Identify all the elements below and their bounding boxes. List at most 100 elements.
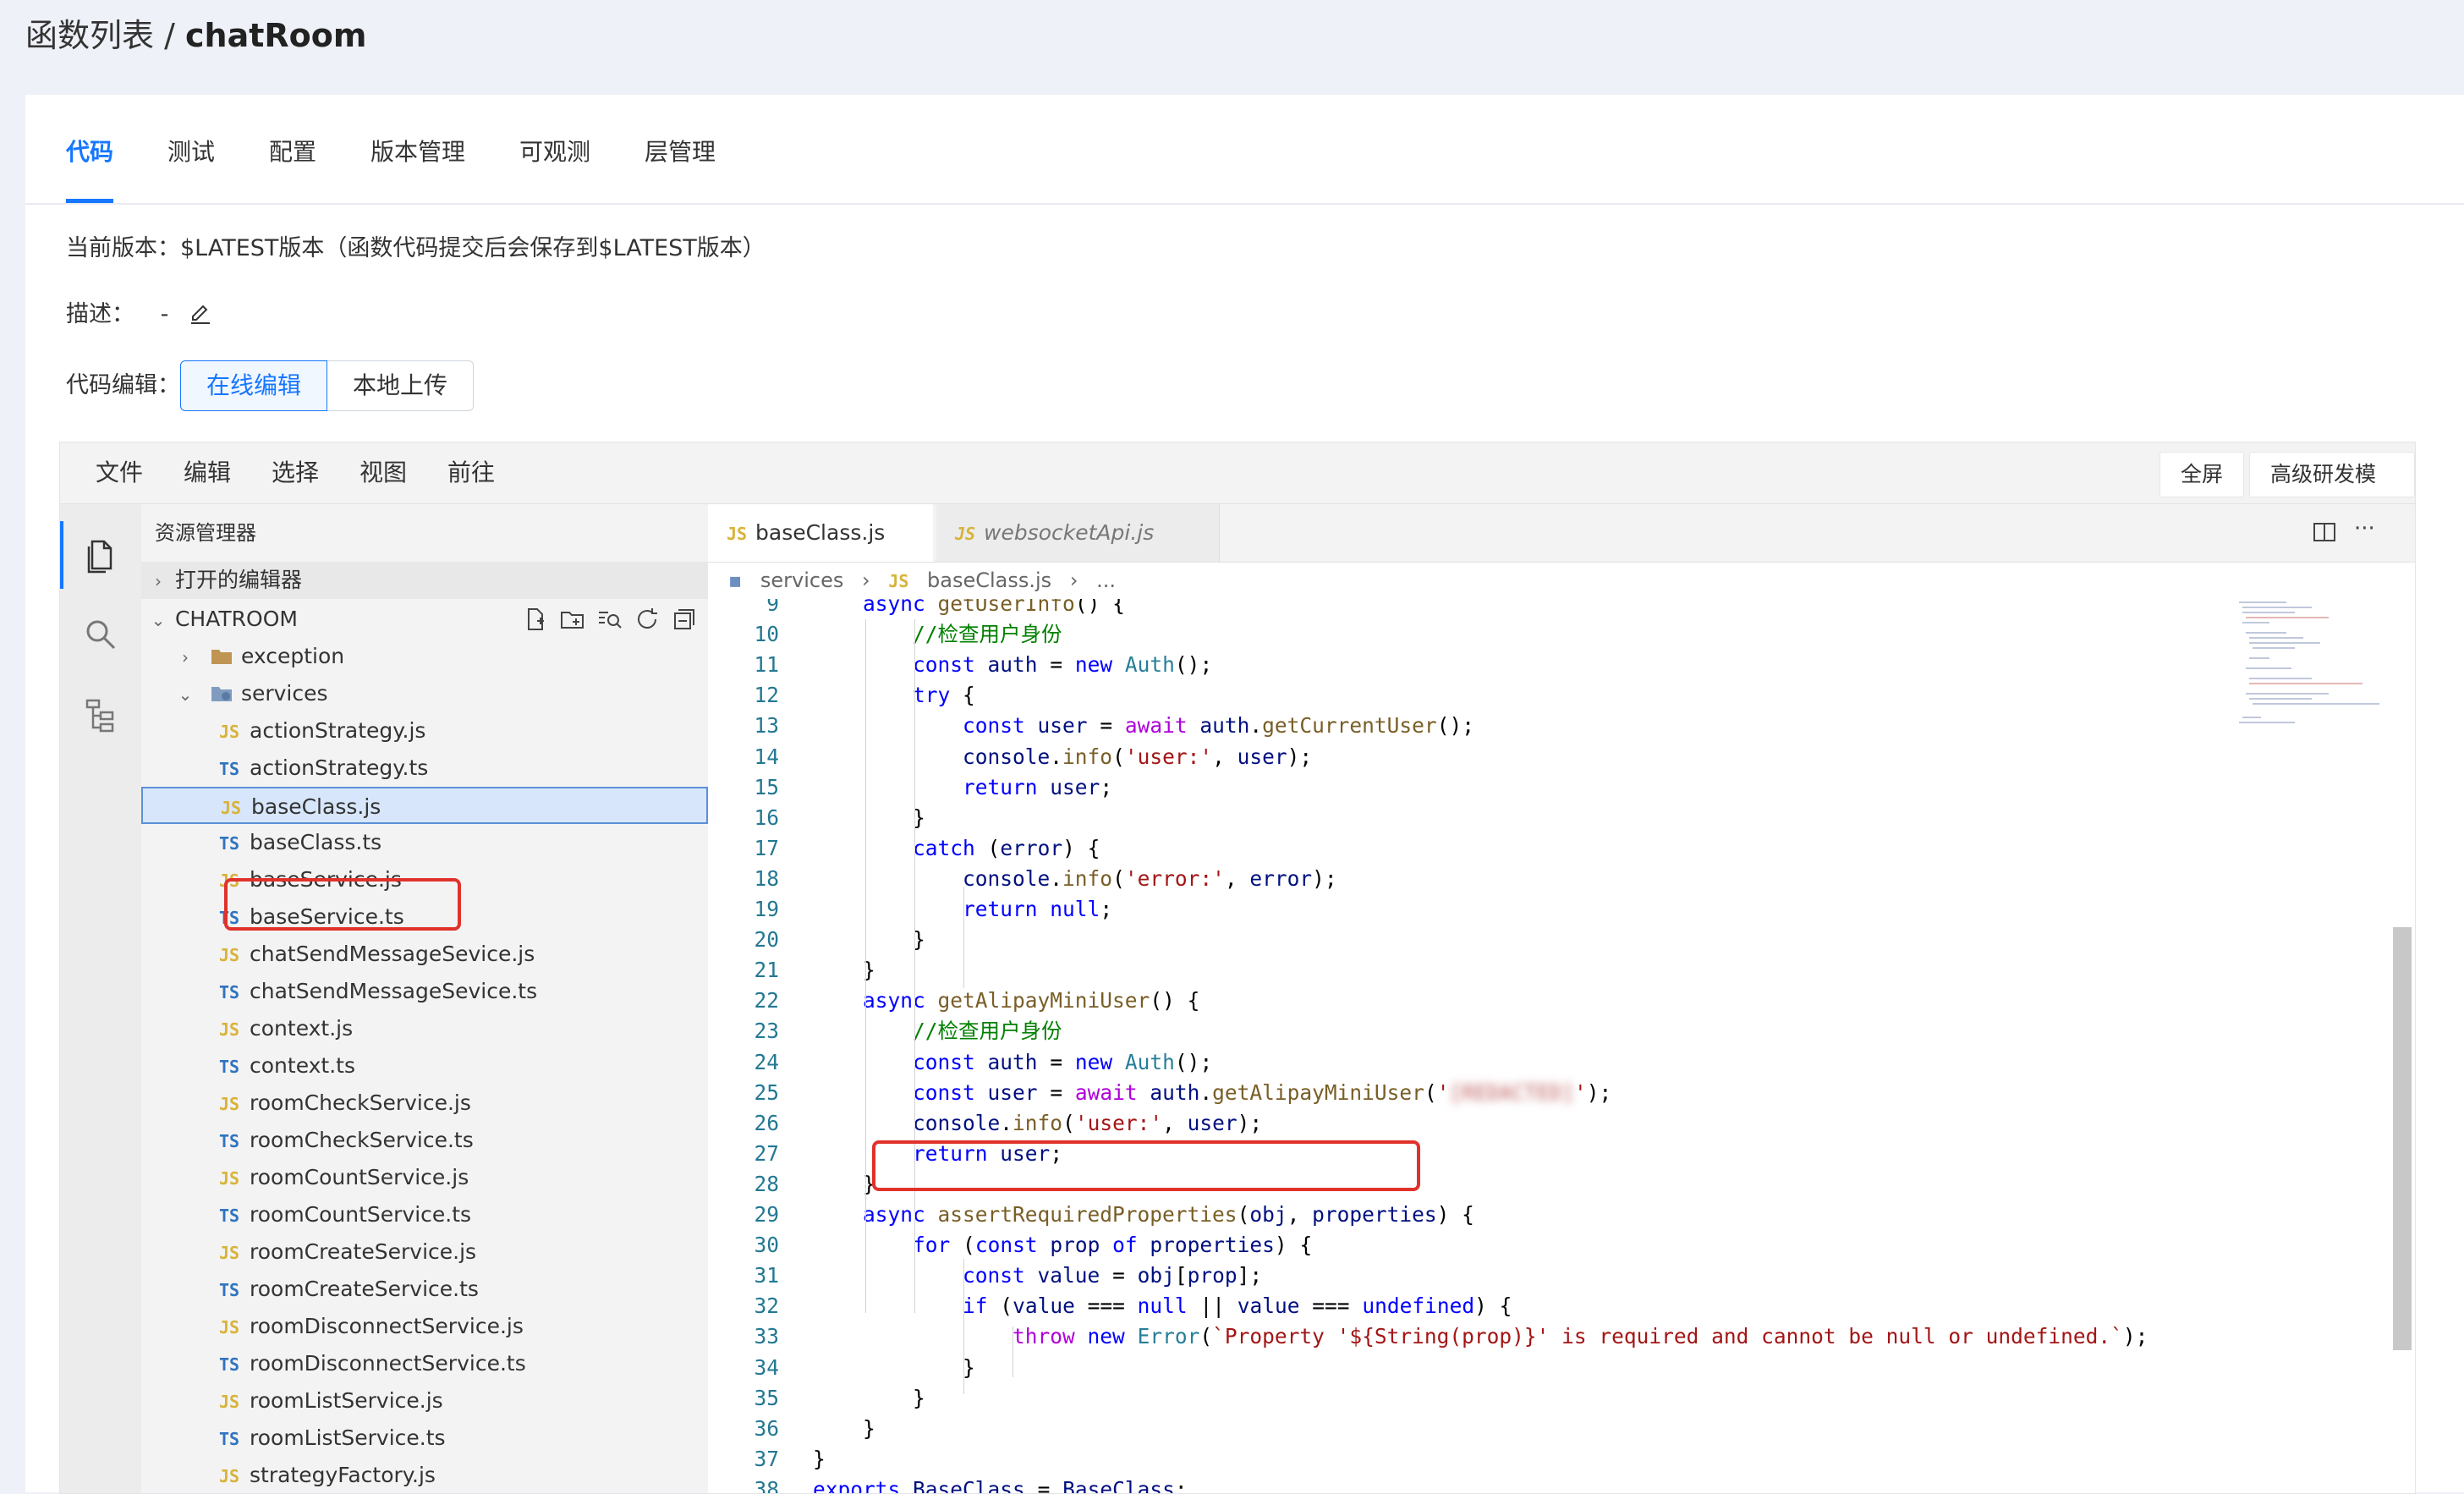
code-line[interactable]: 25 const user = await auth.getAlipayMini… [708,1078,2231,1108]
code-line[interactable]: 29 async assertRequiredProperties(obj, p… [708,1200,2231,1230]
open-editors-section[interactable]: › 打开的编辑器 [141,562,708,599]
file-item[interactable]: JS chatSendMessageSevice.js [141,936,708,973]
menu-view[interactable]: 视图 [359,453,407,493]
new-file-icon[interactable] [522,606,549,633]
code-line[interactable]: 37} [708,1444,2231,1475]
code-line[interactable]: 10 //检查用户身份 [708,619,2231,650]
file-item[interactable]: JS context.js [141,1010,708,1047]
vertical-scrollbar[interactable] [2393,927,2412,1350]
code-line[interactable]: 33 throw new Error(`Property '${String(p… [708,1321,2231,1352]
tab-observability[interactable]: 可观测 [519,132,590,173]
files-explorer-icon[interactable] [82,536,119,574]
code-line[interactable]: 15 return user; [708,772,2231,803]
line-number: 29 [754,1202,779,1227]
tab-code[interactable]: 代码 [66,132,113,173]
tab-layers[interactable]: 层管理 [645,132,716,173]
breadcrumb-folder[interactable]: services [760,568,843,592]
minimap[interactable] [2236,599,2388,768]
file-item[interactable]: TS roomDisconnectService.ts [141,1345,708,1382]
menu-edit[interactable]: 编辑 [184,453,231,493]
editor-menubar: 文件 编辑 选择 视图 前往 全屏 高级研发模式 [60,442,2415,530]
code-line[interactable]: 17 catch (error) { [708,833,2231,864]
code-line[interactable]: 35 } [708,1383,2231,1414]
code-line[interactable]: 12 try { [708,680,2231,711]
code-line[interactable]: 14 console.info('user:', user); [708,742,2231,772]
breadcrumb-root[interactable]: 函数列表 [25,17,154,54]
code-line[interactable]: 34 } [708,1353,2231,1383]
file-item[interactable]: TS roomCountService.ts [141,1196,708,1233]
file-item[interactable]: TS baseClass.ts [141,824,708,861]
file-item[interactable]: TS roomListService.ts [141,1420,708,1457]
code-text: console.info('error:', error); [963,865,1337,891]
search-icon[interactable] [82,616,119,653]
code-area[interactable]: 9 async getUserInfo() {10 //检查用户身份 11 con… [708,599,2231,1493]
split-editor-icon[interactable] [2312,519,2337,545]
tab-test[interactable]: 测试 [167,132,215,173]
code-line[interactable]: 11 const auth = new Auth(); [708,650,2231,680]
code-line[interactable]: 22 async getAlipayMiniUser() { [708,986,2231,1016]
fullscreen-button[interactable]: 全屏 [2159,452,2245,497]
file-item[interactable]: JS roomCheckService.js [141,1085,708,1122]
file-name: strategyFactory.js [250,1463,436,1487]
code-line[interactable]: 32 if (value === null || value === undef… [708,1291,2231,1321]
tree-view-icon[interactable] [82,697,119,734]
code-line[interactable]: 26 console.info('user:', user); [708,1108,2231,1139]
code-line[interactable]: 21 } [708,955,2231,986]
file-item[interactable]: TS chatSendMessageSevice.ts [141,973,708,1010]
ts-file-icon: TS [219,1280,240,1300]
breadcrumb-separator: / [154,17,185,54]
file-item[interactable]: JS actionStrategy.js [141,712,708,750]
file-item[interactable]: JS roomDisconnectService.js [141,1308,708,1345]
folder-exception[interactable]: › exception [141,638,708,675]
menu-selection[interactable]: 选择 [272,453,319,493]
code-line[interactable]: 19 return null; [708,894,2231,925]
search-files-icon[interactable] [596,606,623,633]
local-upload-button[interactable]: 本地上传 [327,360,475,411]
file-item[interactable]: TS context.ts [141,1047,708,1085]
editor-tab-baseclass[interactable]: JS baseClass.js [708,504,933,562]
code-line[interactable]: 24 const auth = new Auth(); [708,1047,2231,1078]
menu-go[interactable]: 前往 [447,453,495,493]
indent-guide [914,1039,915,1140]
line-number: 12 [754,683,779,708]
new-folder-icon[interactable] [559,606,586,633]
file-item[interactable]: JS roomListService.js [141,1382,708,1420]
code-line[interactable]: 38 exports.BaseClass = BaseClass; [708,1475,2231,1493]
breadcrumb-symbol[interactable]: ... [1096,568,1116,592]
code-text: } [913,927,925,953]
file-item[interactable]: TS roomCreateService.ts [141,1271,708,1308]
tab-config[interactable]: 配置 [269,132,316,173]
code-line[interactable]: 13 const user = await auth.getCurrentUse… [708,711,2231,741]
file-item[interactable]: JS baseClass.js [141,787,708,824]
code-line[interactable]: 20 } [708,925,2231,955]
breadcrumb-file[interactable]: baseClass.js [927,568,1051,592]
menu-file[interactable]: 文件 [96,453,143,493]
function-detail-card: 代码 测试 配置 版本管理 可观测 层管理 当前版本：$LATEST版本（函数代… [25,95,2464,1494]
tab-versions[interactable]: 版本管理 [370,132,465,173]
code-line[interactable]: 31 const value = obj[prop]; [708,1261,2231,1291]
code-line[interactable]: 30 for (const prop of properties) { [708,1230,2231,1261]
project-section[interactable]: ⌄ CHATROOM [141,601,708,638]
line-number: 10 [754,622,779,647]
js-file-icon: JS [955,524,976,544]
code-line[interactable]: 9 async getUserInfo() { [708,599,2231,619]
file-item[interactable]: TS actionStrategy.ts [141,750,708,787]
file-item[interactable]: JS strategyFactory.js [141,1457,708,1493]
folder-exception-label: exception [240,644,345,668]
code-line[interactable]: 18 console.info('error:', error); [708,864,2231,894]
code-line[interactable]: 16 } [708,803,2231,833]
advanced-mode-button[interactable]: 高级研发模式 [2249,452,2415,530]
editor-tab-websocketapi[interactable]: JS websocketApi.js [936,504,1220,562]
code-line[interactable]: 23 //检查用户身份 [708,1016,2231,1046]
online-edit-button[interactable]: 在线编辑 [180,360,328,411]
pencil-edit-icon[interactable] [189,299,211,324]
refresh-icon[interactable] [634,606,661,633]
file-item[interactable]: TS roomCheckService.ts [141,1122,708,1159]
indent-guide [1012,1326,1013,1377]
code-line[interactable]: 36 } [708,1414,2231,1444]
collapse-all-icon[interactable] [671,606,698,633]
file-item[interactable]: JS roomCreateService.js [141,1233,708,1271]
folder-services[interactable]: ⌄ services [141,675,708,712]
file-item[interactable]: JS roomCountService.js [141,1159,708,1196]
more-actions-icon[interactable]: ··· [2354,516,2375,541]
